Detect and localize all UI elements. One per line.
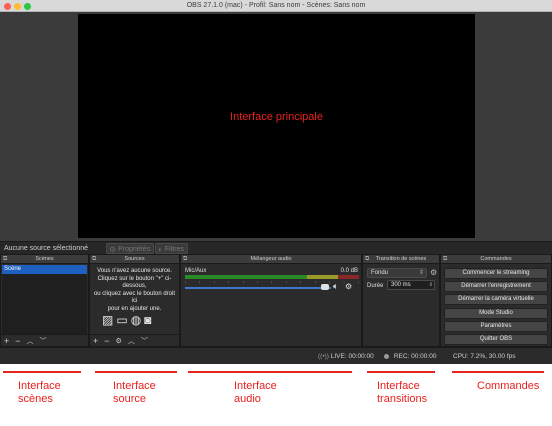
stepper-icon[interactable]: ⇕ <box>429 281 433 289</box>
annotation-underline <box>95 371 177 373</box>
scene-list[interactable]: Scène <box>2 265 87 334</box>
filter-icon: ◐ <box>158 244 163 254</box>
move-up-icon[interactable]: ︿ <box>27 336 34 346</box>
remove-source-icon[interactable]: − <box>104 336 109 346</box>
filters-label: Filtres <box>164 245 184 253</box>
status-bar: ((•)) LIVE: 00:00:00 REC: 00:00:00 CPU: … <box>0 347 552 364</box>
annotation-scenes: Interface scènes <box>18 380 61 405</box>
source-toolbar: Aucune source sélectionné ⚙ Propriétés ◐… <box>0 241 552 254</box>
duration-label: Durée <box>367 283 384 289</box>
preview-canvas[interactable]: Interface principale <box>78 14 475 238</box>
controls-dock: ⧉ Commandes Commencer le streaming Démar… <box>440 254 552 347</box>
annotation-controls: Commandes <box>477 380 540 392</box>
sources-dock-header: ⧉ Sources <box>90 255 179 264</box>
audio-channel-db: 0.0 dB <box>340 268 358 274</box>
sources-empty-hint: Vous n'avez aucune source. Cliquez sur l… <box>93 268 176 312</box>
source-type-icons: ▨ ▭ ◍ ◙ <box>102 313 151 327</box>
scenes-dock-header: ⧉ Scènes <box>1 255 88 264</box>
transition-select[interactable]: Fondu ⇕ <box>367 268 427 278</box>
annotation-underline <box>452 371 544 373</box>
duration-input[interactable]: 300 ms ⇕ <box>387 280 435 290</box>
audio-level-meter <box>185 275 359 279</box>
annotation-audio: Interface audio <box>234 380 277 405</box>
rec-time: REC: 00:00:00 <box>393 353 437 360</box>
cpu-fps: CPU: 7.2%, 30.00 fps <box>453 353 516 360</box>
add-source-icon[interactable]: + <box>93 336 98 346</box>
start-virtual-camera-button[interactable]: Démarrer la caméra virtuelle <box>444 294 548 305</box>
scenes-dock: ⧉ Scènes Scène + − ︿ ﹀ <box>0 254 89 347</box>
globe-icon: ◍ <box>130 313 142 327</box>
properties-button[interactable]: ⚙ Propriétés <box>106 243 155 254</box>
start-recording-button[interactable]: Démarrer l'enregistrement <box>444 281 548 292</box>
record-dot-icon <box>384 353 389 359</box>
rec-status: REC: 00:00:00 <box>384 353 436 360</box>
undock-icon[interactable]: ⧉ <box>3 255 7 264</box>
add-scene-icon[interactable]: + <box>4 336 9 346</box>
scenes-dock-title: Scènes <box>35 256 54 262</box>
annotation-source: Interface source <box>113 380 156 405</box>
move-down-icon[interactable]: ﹀ <box>141 336 148 346</box>
annotation-underline <box>367 371 435 373</box>
gear-icon[interactable]: ⚙ <box>345 282 352 291</box>
volume-fader-handle[interactable] <box>321 284 330 290</box>
volume-fader[interactable] <box>185 287 331 289</box>
remove-scene-icon[interactable]: − <box>15 336 20 346</box>
transition-select-value: Fondu <box>371 270 389 276</box>
quit-obs-button[interactable]: Quitter OBS <box>444 334 548 345</box>
undock-icon[interactable]: ⧉ <box>92 255 96 264</box>
camera-icon: ◙ <box>144 313 152 327</box>
audio-mixer-dock-title: Mélangeur audio <box>250 256 292 262</box>
sources-dock-title: Sources <box>124 256 145 262</box>
gear-icon: ⚙ <box>109 244 117 254</box>
live-time: LIVE: 00:00:00 <box>330 353 374 360</box>
sources-dock: ⧉ Sources Vous n'avez aucune source. Cli… <box>89 254 180 347</box>
transitions-dock-header: ⧉ Transition de scènes <box>363 255 439 264</box>
obs-window: OBS 27.1.0 (mac) - Profil: Sans nom - Sc… <box>0 0 552 364</box>
properties-label: Propriétés <box>118 245 151 253</box>
undock-icon[interactable]: ⧉ <box>365 255 369 264</box>
scene-item[interactable]: Scène <box>2 265 87 274</box>
chevron-updown-icon: ⇕ <box>418 270 424 276</box>
image-icon: ▨ <box>102 313 114 327</box>
annotation-underline <box>3 371 81 373</box>
filters-button[interactable]: ◐ Filtres <box>155 243 188 254</box>
annotation-transitions: Interface transitions <box>377 380 428 405</box>
audio-mixer-dock: ⧉ Mélangeur audio Mic/Aux 0.0 dB | | | | | | |… <box>180 254 362 347</box>
move-down-icon[interactable]: ﹀ <box>40 336 47 346</box>
speaker-icon[interactable]: 🔈︎ <box>333 281 338 292</box>
window-title: OBS 27.1.0 (mac) - Profil: Sans nom - Sc… <box>186 2 366 9</box>
sources-dock-footer: + − ⚙ ︿ ﹀ <box>90 334 179 346</box>
display-icon: ▭ <box>116 313 128 327</box>
annotation-underline <box>188 371 352 373</box>
title-bar: OBS 27.1.0 (mac) - Profil: Sans nom - Sc… <box>0 0 552 12</box>
live-status: ((•)) LIVE: 00:00:00 <box>318 353 374 360</box>
transitions-dock-title: Transition de scènes <box>375 256 427 262</box>
audio-channel-name: Mic/Aux <box>185 268 207 274</box>
no-source-label: Aucune source sélectionné <box>4 245 89 252</box>
broadcast-icon: ((•)) <box>318 353 329 360</box>
source-properties-icon[interactable]: ⚙ <box>116 337 122 345</box>
start-streaming-button[interactable]: Commencer le streaming <box>444 268 548 279</box>
studio-mode-button[interactable]: Mode Studio <box>444 308 548 319</box>
scenes-dock-footer: + − ︿ ﹀ <box>1 334 88 346</box>
audio-mixer-dock-header: ⧉ Mélangeur audio <box>181 255 361 264</box>
move-up-icon[interactable]: ︿ <box>128 336 135 346</box>
duration-value: 300 ms <box>391 282 411 288</box>
controls-dock-title: Commandes <box>480 256 512 262</box>
controls-dock-header: ⧉ Commandes <box>441 255 551 264</box>
preview-annotation-label: Interface principale <box>230 111 323 123</box>
undock-icon[interactable]: ⧉ <box>183 255 187 264</box>
transitions-dock: ⧉ Transition de scènes Fondu ⇕ ⚙ Durée 3… <box>362 254 440 347</box>
undock-icon[interactable]: ⧉ <box>443 255 447 264</box>
dock-area: ⧉ Scènes Scène + − ︿ ﹀ ⧉ Sources Vous n'… <box>0 254 552 347</box>
settings-button[interactable]: Paramètres <box>444 321 548 332</box>
gear-icon[interactable]: ⚙ <box>430 268 437 277</box>
